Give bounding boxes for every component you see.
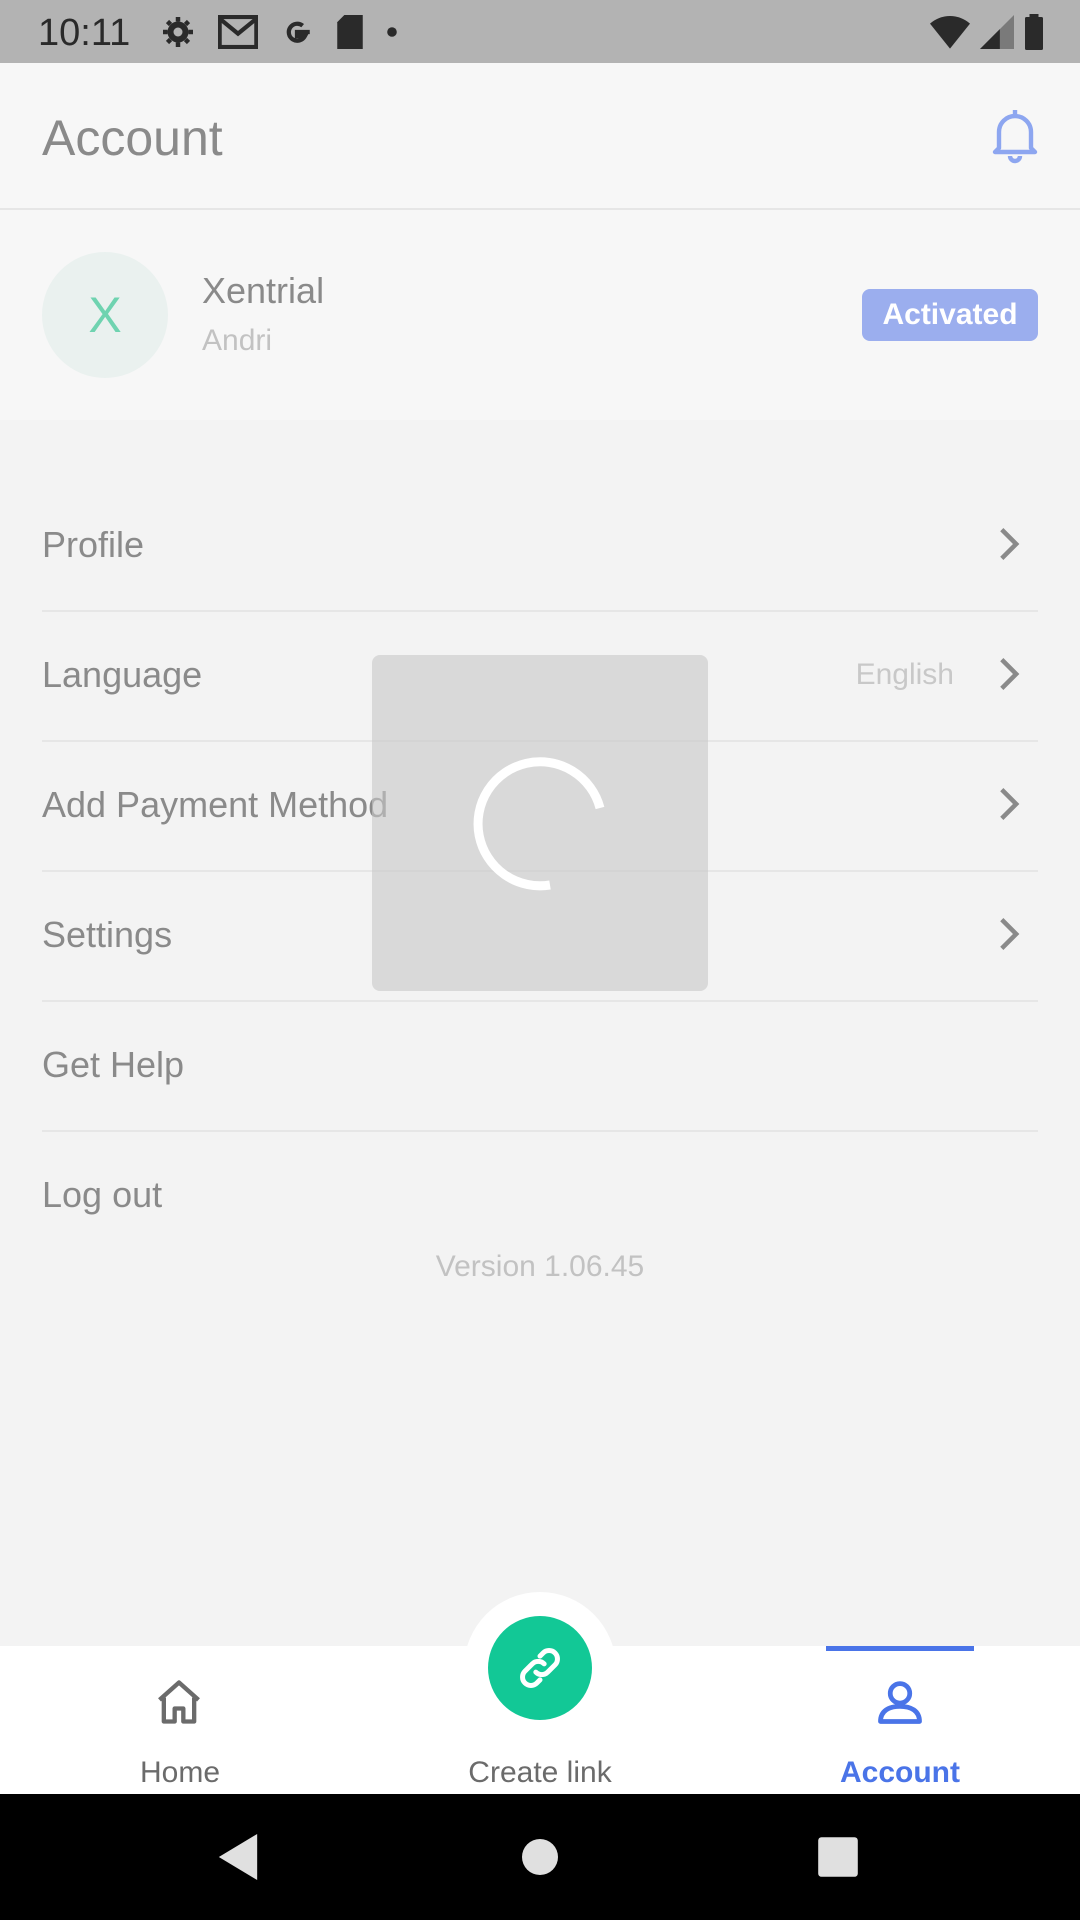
signal-icon [980,15,1014,49]
menu-item-label: Language [42,654,203,695]
nav-create-label: Create link [468,1756,612,1789]
avatar-letter: X [88,287,122,343]
loading-spinner-icon [473,757,605,891]
user-icon [878,1681,922,1724]
menu-item-label: Add Payment Method [42,784,389,825]
chevron-right-icon [1000,658,1020,690]
menu-item-profile[interactable]: Profile [42,482,1038,612]
status-bar: 10:11 [0,0,1080,63]
chevron-right-icon [1000,528,1020,560]
nav-account-label: Account [840,1756,960,1789]
app-header: Account [0,63,1080,210]
menu-item-label: Get Help [42,1044,185,1085]
menu-item-log-out[interactable]: Log out [42,1132,1038,1260]
menu-item-get-help[interactable]: Get Help [42,1002,1038,1132]
system-nav-bar [0,1794,1080,1920]
page-title: Account [42,110,223,166]
home-icon [158,1680,200,1724]
version-text: Version 1.06.45 [435,1250,645,1283]
chevron-right-icon [1000,788,1020,820]
status-time: 10:11 [38,12,131,54]
user-card: X Xentrial Andri Activated [0,210,1080,420]
gmail-icon [218,15,258,49]
nav-home[interactable]: Home [0,1646,360,1794]
status-icons [160,14,398,50]
recents-icon[interactable] [816,1834,860,1880]
battery-icon [1025,14,1043,50]
create-link-button[interactable] [488,1616,592,1720]
user-subtitle: Andri [202,324,273,357]
back-icon[interactable] [218,1834,258,1880]
settings-icon [163,17,193,47]
chevron-right-icon [1000,918,1020,950]
status-right [930,14,1044,50]
wifi-icon [930,16,970,49]
user-name: Xentrial [202,270,325,311]
loading-overlay [372,655,708,991]
nav-home-label: Home [139,1756,221,1789]
home-circle-icon[interactable] [520,1834,560,1880]
bell-icon[interactable] [990,108,1040,164]
menu-item-label: Settings [42,914,173,955]
status-badge: Activated [862,289,1038,341]
menu-item-value: English [855,658,954,691]
sd-card-icon [337,15,363,49]
google-icon [286,21,310,43]
menu-item-label: Profile [42,524,145,565]
menu-item-label: Log out [42,1174,163,1215]
link-icon [520,1648,560,1688]
active-indicator [826,1646,974,1651]
nav-account[interactable]: Account [720,1646,1080,1794]
avatar: X [42,252,168,378]
dot-icon [387,27,397,37]
